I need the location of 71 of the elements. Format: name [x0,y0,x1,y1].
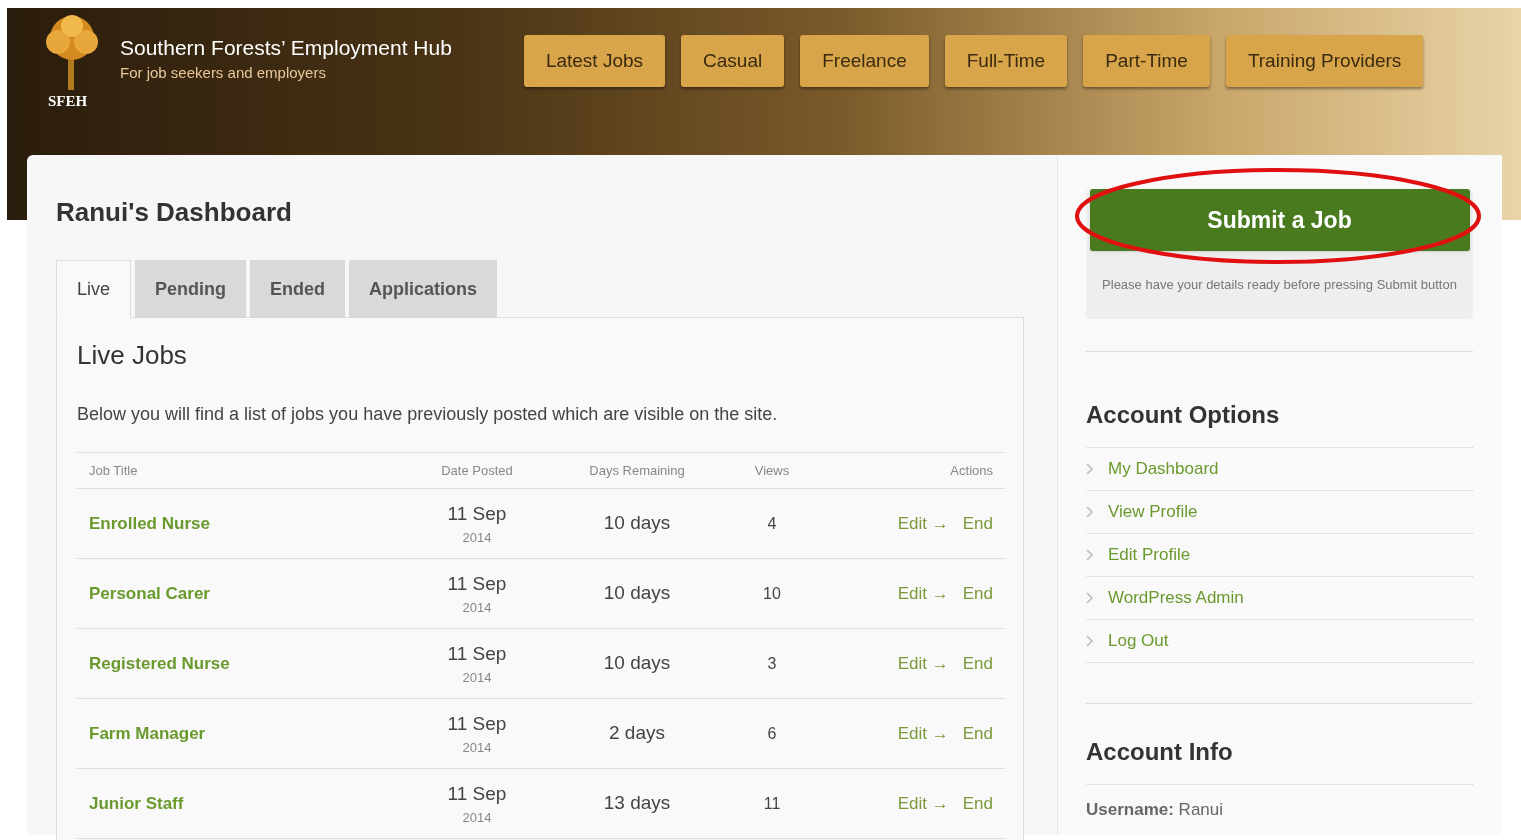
days-remaining: 10 days [603,512,671,534]
job-title-link[interactable]: Enrolled Nurse [89,513,210,533]
chevron-icon [1086,463,1094,475]
job-title-link[interactable]: Junior Staff [89,793,184,813]
nav-button[interactable]: Latest Jobs [523,35,666,87]
account-option-link[interactable]: View Profile [1108,499,1198,525]
nav-button[interactable]: Casual [681,35,785,87]
panel-description: Below you will find a list of jobs you have previously posted which are visible on the site. [77,403,779,426]
views-count: 3 [767,654,777,672]
site-tagline: For job seekers and employers [120,63,327,83]
tab[interactable]: Ended [250,260,346,318]
column-header: Actions [950,462,993,478]
column-header: Days Remaining [589,462,685,478]
account-option-link[interactable]: WordPress Admin [1108,585,1244,611]
edit-link[interactable]: Edit → [897,793,949,813]
edit-link[interactable]: Edit → [897,583,949,603]
account-option-link[interactable]: Edit Profile [1108,542,1191,568]
tab[interactable]: Pending [135,260,247,318]
username-text: Username: Ranui [1086,799,1224,821]
submit-job-button[interactable]: Submit a Job [1089,189,1470,251]
days-remaining: 13 days [603,792,671,814]
account-option-link[interactable]: My Dashboard [1108,456,1219,482]
nav-button[interactable]: Part-Time [1083,35,1210,87]
account-info-heading: Account Info [1086,737,1234,767]
nav-button[interactable]: Freelance [800,35,929,87]
job-title-link[interactable]: Farm Manager [89,723,206,743]
views-count: 11 [763,794,781,812]
account-option-link[interactable]: Log Out [1108,628,1169,654]
days-remaining: 10 days [603,652,671,674]
views-count: 4 [767,514,777,532]
dashboard-title: Ranui's Dashboard [56,196,293,229]
column-header: Views [754,462,790,478]
edit-link[interactable]: Edit → [897,653,949,673]
edit-link[interactable]: Edit → [897,723,949,743]
job-title-link[interactable]: Personal Carer [89,583,210,603]
views-count: 10 [763,584,781,602]
nav-button[interactable]: Training Providers [1225,35,1424,87]
date-posted: 11 Sep [447,641,507,666]
days-remaining: 10 days [603,582,671,604]
date-year: 2014 [462,739,492,757]
date-posted: 11 Sep [447,711,507,736]
chevron-icon [1086,549,1094,561]
site-title[interactable]: Southern Forests’ Employment Hub [120,34,452,62]
date-posted: 11 Sep [447,501,507,526]
chevron-icon [1086,506,1094,518]
tab[interactable]: Live [56,260,132,318]
account-options-heading: Account Options [1086,400,1281,430]
date-year: 2014 [462,669,492,687]
date-year: 2014 [462,599,492,617]
tab[interactable]: Applications [349,260,498,318]
submit-note: Please have your details ready before pressing Submit button [1101,276,1458,294]
views-count: 6 [767,724,777,742]
date-posted: 11 Sep [447,781,507,806]
logo-text: SFEH [48,92,89,111]
column-header: Job Title [89,462,138,478]
end-link[interactable]: End [962,723,993,743]
nav-button[interactable]: Full-Time [944,35,1068,87]
date-year: 2014 [462,809,492,827]
date-posted: 11 Sep [447,571,507,596]
chevron-icon [1086,592,1094,604]
panel-heading: Live Jobs [77,339,188,372]
date-year: 2014 [462,529,492,547]
edit-link[interactable]: Edit → [897,513,949,533]
column-header: Date Posted [441,462,513,478]
job-title-link[interactable]: Registered Nurse [89,653,230,673]
end-link[interactable]: End [962,583,993,603]
chevron-icon [1086,635,1094,647]
end-link[interactable]: End [962,793,993,813]
end-link[interactable]: End [962,513,993,533]
end-link[interactable]: End [962,653,993,673]
days-remaining: 2 days [609,722,665,744]
